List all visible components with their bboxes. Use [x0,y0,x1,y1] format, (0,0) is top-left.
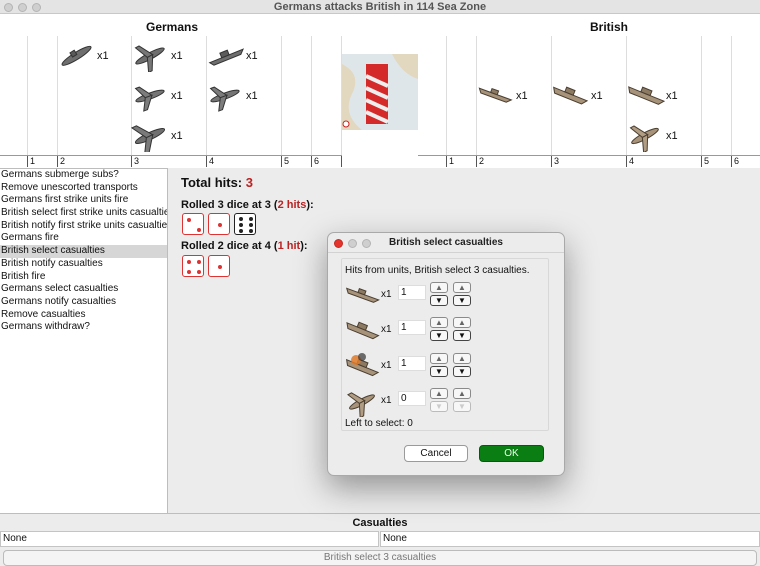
roll-2-dice [182,255,230,277]
attacker-name: Germans [146,20,199,34]
total-hits: Total hits: 3 [181,175,253,190]
step-item[interactable]: Germans fire [0,232,167,245]
roll-1-label: Rolled 3 dice at 3 (2 hits): [181,199,314,211]
sea-zone-terrain-image [342,54,418,130]
window-title: Germans attacks British in 114 Sea Zone [273,1,487,13]
defender-name: British [590,20,629,34]
destroyer-icon [345,287,380,303]
hits-text: Hits from units, British select 3 casual… [345,265,530,276]
destroyer-icon [478,87,513,103]
fighter-increment-button[interactable]: ▲ [430,388,448,399]
step-item[interactable]: Germans submerge subs? [0,169,167,182]
battleship-max-button[interactable]: ▲ [453,353,471,364]
battleship-icon [208,48,244,66]
die-1-icon [208,255,230,277]
casualty-row-cruiser: x1 1 ▲ ▲ ▼ ▼ [344,316,544,346]
destroyer-decrement-button[interactable]: ▼ [430,295,448,306]
destroyer-min-button[interactable]: ▼ [453,295,471,306]
step-item[interactable]: Remove casualties [0,309,167,322]
cancel-button[interactable]: Cancel [404,445,468,462]
roll-1-dice [182,213,256,235]
ok-button[interactable]: OK [479,445,544,462]
defender-casualties: None [380,531,760,547]
fighter-decrement-button[interactable]: ▼ [430,401,448,412]
step-item-selected[interactable]: British select casualties [0,245,167,258]
fighter-plane-icon [629,125,659,152]
casualties-panel: Casualties None None British select 3 ca… [0,513,760,566]
fighter-casualty-field[interactable]: 0 [398,391,426,406]
select-casualties-dialog: British select casualties Hits from unit… [327,232,565,476]
tactical-bomber-icon [209,86,240,112]
window-titlebar: Germans attacks British in 114 Sea Zone [0,0,760,14]
dialog-titlebar: British select casualties [328,233,564,253]
die-4-icon [182,255,204,277]
german-battleship-unit: x1 [206,40,278,76]
roll-2-label: Rolled 2 dice at 4 (1 hit): [181,240,308,252]
die-1-icon [208,213,230,235]
step-item[interactable]: British notify first strike units casual… [0,220,167,233]
defender-strength-ruler: 1 2 3 4 5 6 [418,155,760,167]
step-item[interactable]: Remove unescorted transports [0,182,167,195]
submarine-icon [61,45,92,66]
battleship-increment-button[interactable]: ▲ [430,353,448,364]
battleship-min-button[interactable]: ▼ [453,366,471,377]
step-item[interactable]: Germans withdraw? [0,321,167,334]
cruiser-increment-button[interactable]: ▲ [430,317,448,328]
fighter-plane-icon [134,45,165,72]
step-item[interactable]: Germans first strike units fire [0,194,167,207]
dialog-title: British select casualties [389,237,503,248]
casualty-selection-panel: Hits from units, British select 3 casual… [341,258,549,431]
left-to-select: Left to select: 0 [345,418,413,429]
cruiser-min-button[interactable]: ▼ [453,330,471,341]
step-item[interactable]: British fire [0,271,167,284]
fighter-max-button[interactable]: ▲ [453,388,471,399]
attacker-strength-ruler: 1 2 3 4 5 6 [0,155,342,167]
german-tactical-bomber-unit-2: x1 [206,80,278,116]
step-item[interactable]: Germans notify casualties [0,296,167,309]
damaged-battleship-icon [345,353,380,377]
battle-board: Germans British x1 x1 x1 x1 x1 x1 x1 x1 … [0,14,760,168]
battleship-casualty-field[interactable]: 1 [398,356,426,371]
destroyer-max-button[interactable]: ▲ [453,282,471,293]
cruiser-icon [346,321,380,340]
casualty-row-destroyer: x1 1 ▲ ▲ ▼ ▼ [344,281,544,311]
attacker-casualties: None [0,531,379,547]
cruiser-max-button[interactable]: ▲ [453,317,471,328]
cruiser-icon [553,86,589,105]
british-cruiser-unit: x1 [551,80,623,116]
step-item[interactable]: British notify casualties [0,258,167,271]
cruiser-casualty-field[interactable]: 1 [398,320,426,335]
casualties-title: Casualties [352,517,408,529]
battleship-icon [628,86,666,105]
die-2-icon [182,213,204,235]
british-battleship-unit: x1 [626,80,698,116]
bomber-icon [131,125,166,152]
step-item[interactable]: Germans select casualties [0,283,167,296]
fighter-plane-icon [347,392,375,417]
german-bomber-unit: x1 [131,120,203,156]
battle-steps-list: Germans submerge subs? Remove unescorted… [0,168,168,513]
british-fighter-unit: x1 [626,120,698,156]
step-item[interactable]: British select first strike units casual… [0,207,167,220]
destroyer-casualty-field[interactable]: 1 [398,285,426,300]
german-fighter-unit: x1 [131,40,203,76]
die-6-icon [234,213,256,235]
battleship-decrement-button[interactable]: ▼ [430,366,448,377]
destroyer-increment-button[interactable]: ▲ [430,282,448,293]
german-tactical-bomber-unit: x1 [131,80,203,116]
german-submarine-unit: x1 [57,40,129,76]
casualty-row-fighter: x1 0 ▲ ▲ ▼ ▼ [344,387,544,417]
casualty-row-damaged-battleship: x1 1 ▲ ▲ ▼ ▼ [344,352,544,382]
tactical-bomber-icon [134,86,165,112]
fighter-min-button[interactable]: ▼ [453,401,471,412]
british-destroyer-unit: x1 [476,80,548,116]
cruiser-decrement-button[interactable]: ▼ [430,330,448,341]
